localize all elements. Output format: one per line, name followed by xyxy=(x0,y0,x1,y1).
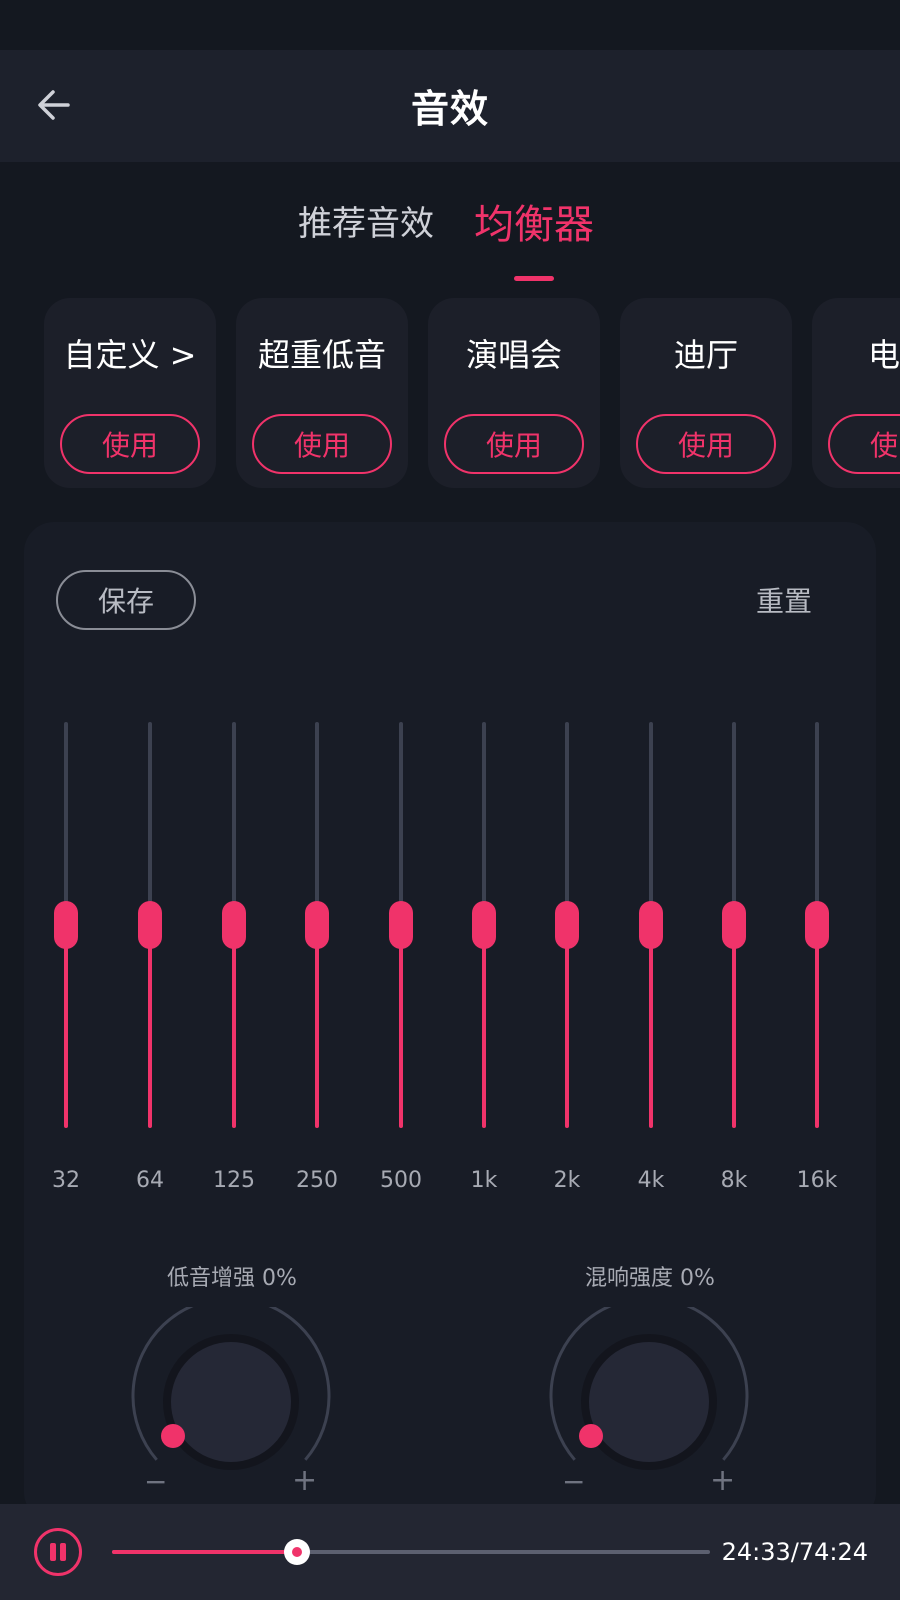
plus-label: + xyxy=(292,1463,318,1498)
slider-track-upper xyxy=(482,722,486,925)
use-button[interactable]: 使用 xyxy=(636,414,776,474)
reverb-indicator xyxy=(579,1424,603,1448)
eq-band-slider[interactable]: 8k xyxy=(704,722,764,1222)
tab-active-indicator xyxy=(514,276,554,281)
equalizer-panel: 保存 重置 32 64 125 250 500 1k 2k 4k 8k 16k 低音增强 0% −… xyxy=(24,522,876,1522)
preset-name: 自定义 > xyxy=(63,336,197,374)
eq-band-slider[interactable]: 125 xyxy=(204,722,264,1222)
eq-band-frequency: 8k xyxy=(720,1168,748,1193)
save-button[interactable]: 保存 xyxy=(56,570,196,630)
slider-track-lower xyxy=(64,925,68,1128)
preset-card-electronic[interactable]: 电 使 xyxy=(812,298,900,488)
use-button[interactable]: 使 xyxy=(828,414,900,474)
eq-band-slider[interactable]: 500 xyxy=(371,722,431,1222)
preset-name: 电 xyxy=(868,336,900,374)
slider-thumb[interactable] xyxy=(138,901,162,949)
eq-band-frequency: 4k xyxy=(637,1168,665,1193)
progress-fill xyxy=(112,1550,298,1554)
bass-boost-label: 低音增强 0% xyxy=(167,1266,297,1291)
status-bar xyxy=(0,0,900,50)
slider-track-lower xyxy=(315,925,319,1128)
plus-label: + xyxy=(710,1463,736,1498)
eq-band-frequency: 2k xyxy=(553,1168,581,1193)
slider-track-upper xyxy=(232,722,236,925)
pause-icon xyxy=(50,1543,66,1561)
slider-thumb[interactable] xyxy=(389,901,413,949)
progress-bar[interactable] xyxy=(112,1539,710,1565)
slider-track-upper xyxy=(732,722,736,925)
slider-track-upper xyxy=(399,722,403,925)
slider-track-lower xyxy=(565,925,569,1128)
eq-band-slider[interactable]: 32 xyxy=(36,722,96,1222)
eq-band-frequency: 64 xyxy=(136,1168,164,1193)
slider-track-upper xyxy=(64,722,68,925)
tab-bar: 推荐音效 均衡器 xyxy=(0,196,900,286)
preset-name: 超重低音 xyxy=(257,336,386,374)
slider-thumb[interactable] xyxy=(722,901,746,949)
reset-button[interactable]: 重置 xyxy=(756,580,812,620)
slider-track-lower xyxy=(815,925,819,1128)
slider-track-upper xyxy=(565,722,569,925)
tab-recommended-effects[interactable]: 推荐音效 xyxy=(298,196,434,245)
slider-track-lower xyxy=(732,925,736,1128)
eq-band-frequency: 250 xyxy=(296,1168,338,1193)
eq-band-slider[interactable]: 1k xyxy=(454,722,514,1222)
slider-thumb[interactable] xyxy=(805,901,829,949)
eq-band-frequency: 16k xyxy=(796,1168,838,1193)
preset-name: 迪厅 xyxy=(673,336,738,374)
minus-label: − xyxy=(144,1465,168,1498)
slider-track-lower xyxy=(399,925,403,1128)
preset-card-custom[interactable]: 自定义 > 使用 xyxy=(44,298,216,488)
slider-thumb[interactable] xyxy=(305,901,329,949)
slider-thumb[interactable] xyxy=(54,901,78,949)
page-title: 音效 xyxy=(410,87,489,131)
eq-band-slider[interactable]: 16k xyxy=(787,722,847,1222)
app-bar: 音效 xyxy=(0,50,900,162)
use-button[interactable]: 使用 xyxy=(60,414,200,474)
eq-band-slider[interactable]: 64 xyxy=(120,722,180,1222)
mini-player: 24:33/74:24 xyxy=(0,1504,900,1600)
eq-band-frequency: 32 xyxy=(52,1168,80,1193)
preset-list: 自定义 > 使用 超重低音 使用 演唱会 使用 迪厅 使用 电 使 xyxy=(0,298,900,490)
eq-band-slider[interactable]: 250 xyxy=(287,722,347,1222)
eq-band-slider[interactable]: 4k xyxy=(621,722,681,1222)
slider-thumb[interactable] xyxy=(639,901,663,949)
eq-band-frequency: 1k xyxy=(470,1168,498,1193)
reverb-label: 混响强度 0% xyxy=(585,1266,715,1291)
slider-track-lower xyxy=(482,925,486,1128)
slider-thumb[interactable] xyxy=(555,901,579,949)
progress-thumb[interactable] xyxy=(284,1539,311,1565)
slider-track-upper xyxy=(649,722,653,925)
preset-card-disco[interactable]: 迪厅 使用 xyxy=(620,298,792,488)
preset-name: 演唱会 xyxy=(465,336,562,374)
slider-track-lower xyxy=(148,925,152,1128)
eq-band-frequency: 500 xyxy=(380,1168,422,1193)
reverb-knob[interactable]: − + xyxy=(544,1296,754,1498)
slider-track-upper xyxy=(315,722,319,925)
pause-button[interactable] xyxy=(34,1528,82,1576)
preset-card-concert[interactable]: 演唱会 使用 xyxy=(428,298,600,488)
preset-card-super-bass[interactable]: 超重低音 使用 xyxy=(236,298,408,488)
tab-equalizer[interactable]: 均衡器 xyxy=(474,192,594,250)
slider-track-lower xyxy=(649,925,653,1128)
minus-label: − xyxy=(562,1465,586,1498)
use-button[interactable]: 使用 xyxy=(252,414,392,474)
eq-band-slider[interactable]: 2k xyxy=(537,722,597,1222)
slider-track-upper xyxy=(815,722,819,925)
eq-band-frequency: 125 xyxy=(213,1168,255,1193)
playback-time: 24:33/74:24 xyxy=(721,1538,868,1566)
slider-track-upper xyxy=(148,722,152,925)
use-button[interactable]: 使用 xyxy=(444,414,584,474)
slider-thumb[interactable] xyxy=(222,901,246,949)
slider-track-lower xyxy=(232,925,236,1128)
slider-thumb[interactable] xyxy=(472,901,496,949)
bass-boost-indicator xyxy=(161,1424,185,1448)
bass-boost-knob[interactable]: − + xyxy=(126,1296,336,1498)
